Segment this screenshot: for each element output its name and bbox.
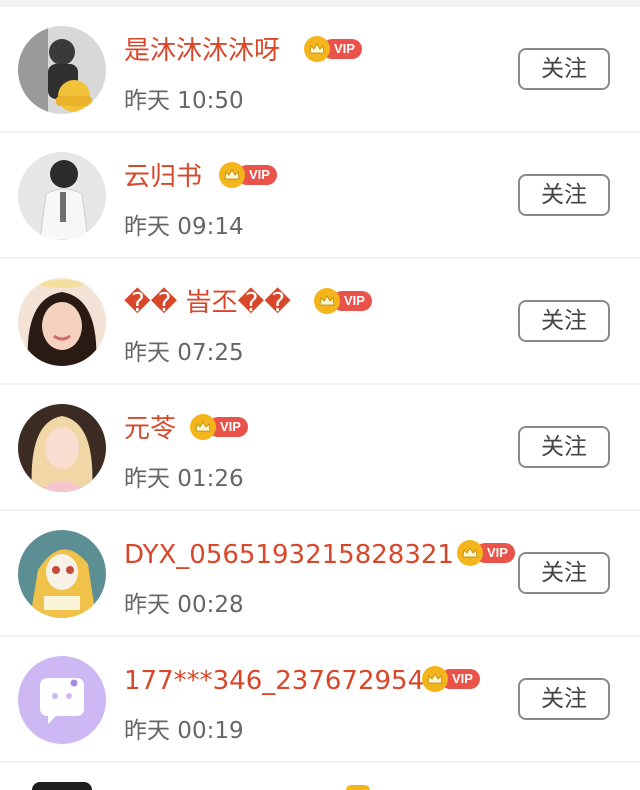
user-name[interactable]: DYX_0565193215828321 [124,538,454,572]
vip-badge: VIP [457,540,515,566]
avatar[interactable] [32,782,92,790]
follow-time: 昨天 07:25 [124,340,244,366]
user-name[interactable]: 元苓 [124,412,176,446]
crown-icon [314,288,340,314]
follow-button[interactable]: 关注 [518,426,610,468]
list-item[interactable]: 177***346_237672954 VIP 昨天 00:19 关注 [0,637,640,761]
follow-button[interactable]: 关注 [518,678,610,720]
user-name[interactable]: 177***346_237672954 [124,664,424,698]
crown-icon [457,540,483,566]
list-item[interactable]: DYX_0565193215828321 VIP 昨天 00:28 关注 [0,511,640,635]
list-item[interactable]: �� 峕丕�� VIP 昨天 07:25 关注 [0,259,640,383]
avatar[interactable] [18,656,106,744]
crown-icon [190,414,216,440]
follow-button[interactable]: 关注 [518,174,610,216]
user-name[interactable]: �� 峕丕�� [124,286,291,320]
crown-icon [304,36,330,62]
avatar[interactable] [18,278,106,366]
follow-button[interactable]: 关注 [518,300,610,342]
crown-icon [422,666,448,692]
follow-time: 昨天 00:19 [124,718,244,744]
follower-list: 是沐沐沐沐呀 VIP 昨天 10:50 关注 云归书 VIP 昨天 09:14 … [0,0,640,790]
crown-icon [346,785,370,790]
user-name[interactable]: 云归书 [124,160,202,194]
user-name[interactable]: 是沐沐沐沐呀 [124,34,280,68]
vip-badge: VIP [190,414,248,440]
crown-icon [219,162,245,188]
follow-time: 昨天 00:28 [124,592,244,618]
avatar[interactable] [18,26,106,114]
vip-badge: VIP [219,162,277,188]
list-item[interactable]: 云归书 VIP 昨天 09:14 关注 [0,133,640,257]
list-item[interactable]: 元苓 VIP 昨天 01:26 关注 [0,385,640,509]
avatar[interactable] [18,404,106,492]
avatar[interactable] [18,530,106,618]
vip-badge: VIP [304,36,362,62]
follow-button[interactable]: 关注 [518,552,610,594]
follow-button[interactable]: 关注 [518,48,610,90]
follow-time: 昨天 10:50 [124,88,244,114]
avatar[interactable] [18,152,106,240]
list-item[interactable] [0,763,640,790]
vip-badge: VIP [314,288,372,314]
vip-badge: VIP [422,666,480,692]
list-item[interactable]: 是沐沐沐沐呀 VIP 昨天 10:50 关注 [0,7,640,131]
follow-time: 昨天 01:26 [124,466,244,492]
follow-time: 昨天 09:14 [124,214,244,240]
